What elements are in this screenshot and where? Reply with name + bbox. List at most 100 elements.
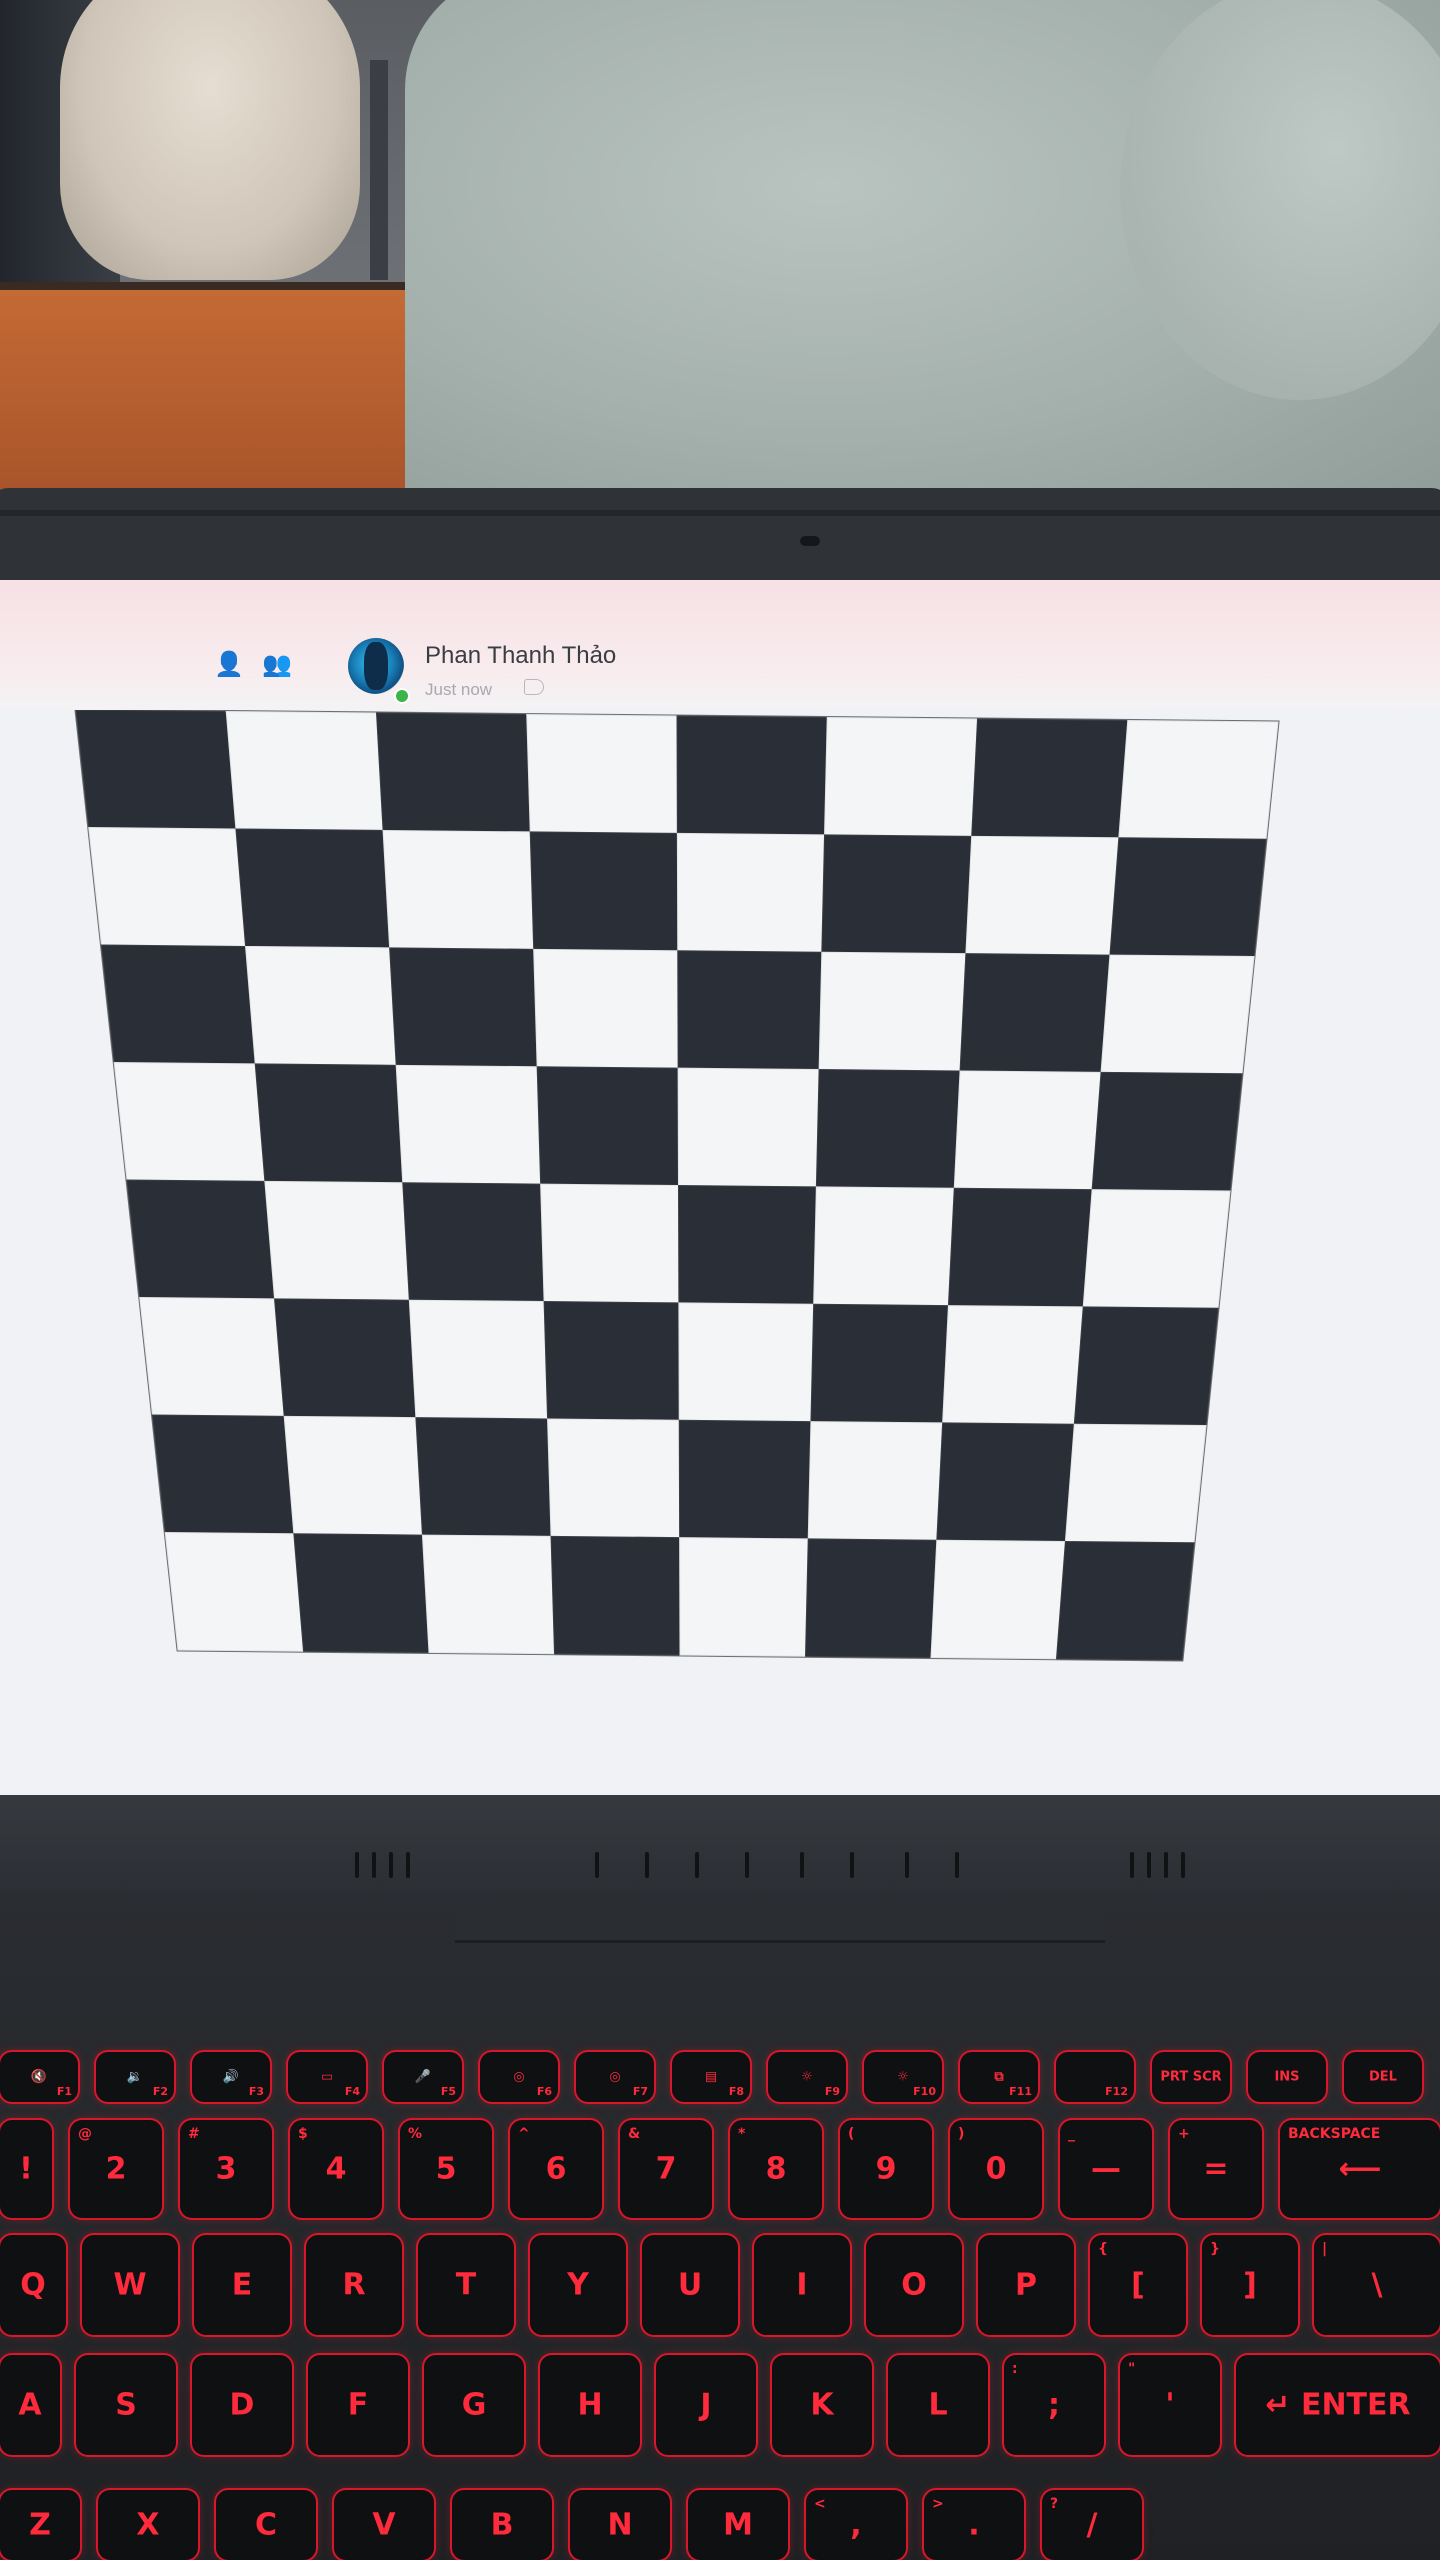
key-function-10[interactable]: ⧉ F11 [960, 2052, 1038, 2102]
light-square [953, 1070, 1102, 1191]
add-person-icon[interactable]: 👤 [214, 650, 244, 678]
key-sublabel: % [408, 2126, 423, 2142]
shared-image[interactable] [70, 710, 1290, 1750]
key-label: S [115, 2387, 137, 2423]
key-home-0[interactable]: A [0, 2355, 60, 2455]
key-function-11[interactable]: F12 [1056, 2052, 1134, 2102]
light-square [1100, 954, 1255, 1075]
key-bottom-5[interactable]: N [570, 2490, 670, 2560]
key-bottom-4[interactable]: B [452, 2490, 552, 2560]
key-qwerty-7[interactable]: I [754, 2235, 850, 2335]
speaker-vent [1147, 1852, 1151, 1878]
key-label: 0 [985, 2151, 1007, 2187]
key-number-3[interactable]: 4 $ [290, 2120, 382, 2218]
key-function-9[interactable]: ☼ F10 [864, 2052, 942, 2102]
key-qwerty-8[interactable]: O [866, 2235, 962, 2335]
key-label: M [723, 2507, 753, 2543]
key-sublabel: & [628, 2126, 641, 2142]
key-bottom-8[interactable]: . > [924, 2490, 1024, 2560]
key-bottom-6[interactable]: M [688, 2490, 788, 2560]
speaker-vent [355, 1852, 359, 1878]
key-home-4[interactable]: G [424, 2355, 524, 2455]
light-square [395, 1064, 542, 1185]
key-qwerty-2[interactable]: E [194, 2235, 290, 2335]
laptop-deck [0, 1895, 1440, 2560]
light-square [930, 1539, 1066, 1660]
key-number-7[interactable]: 8 * [730, 2120, 822, 2218]
key-label: O [901, 2267, 927, 2303]
key-home-9[interactable]: ;: [1004, 2355, 1104, 2455]
tag-icon[interactable] [524, 679, 544, 695]
key-number-10[interactable]: — _ [1060, 2120, 1152, 2218]
key-number-0[interactable]: ! [0, 2120, 52, 2218]
key-qwerty-5[interactable]: Y [530, 2235, 626, 2335]
key-home-8[interactable]: L [888, 2355, 988, 2455]
key-number-9[interactable]: 0) [950, 2120, 1042, 2218]
key-function-4[interactable]: 🎤 F5 [384, 2052, 462, 2102]
key-sublabel: F9 [824, 2085, 840, 2098]
key-home-10[interactable]: ' " [1120, 2355, 1220, 2455]
key-bottom-7[interactable]: , < [806, 2490, 906, 2560]
key-home-3[interactable]: F [308, 2355, 408, 2455]
key-number-5[interactable]: 6 ^ [510, 2120, 602, 2218]
group-icon[interactable]: 👥 [262, 650, 292, 678]
key-number-12[interactable]: ⟵ BACKSPACE [1280, 2120, 1440, 2218]
key-qwerty-4[interactable]: T [418, 2235, 514, 2335]
light-square [540, 1183, 680, 1304]
key-function-3[interactable]: ▭ F4 [288, 2052, 366, 2102]
key-qwerty-6[interactable]: U [642, 2235, 738, 2335]
key-function-1[interactable]: 🔉 F2 [96, 2052, 174, 2102]
key-bottom-9[interactable]: /? [1042, 2490, 1142, 2560]
light-square [283, 1415, 423, 1536]
key-function-7[interactable]: ▤ F8 [672, 2052, 750, 2102]
key-number-4[interactable]: 5% [400, 2120, 492, 2218]
speaker-vent [1181, 1852, 1185, 1878]
key-home-2[interactable]: D [192, 2355, 292, 2455]
key-home-7[interactable]: K [772, 2355, 872, 2455]
key-qwerty-10[interactable]: [{ [1090, 2235, 1186, 2335]
key-qwerty-3[interactable]: R [306, 2235, 402, 2335]
key-function-13[interactable]: INS [1248, 2052, 1326, 2102]
key-sublabel: F10 [913, 2085, 936, 2098]
light-square [807, 1421, 944, 1541]
key-sublabel: < [814, 2496, 826, 2512]
key-bottom-0[interactable]: Z [0, 2490, 80, 2560]
key-function-5[interactable]: ◎ F6 [480, 2052, 558, 2102]
key-label: ↵ ENTER [1265, 2387, 1411, 2423]
key-function-6[interactable]: ◎ F7 [576, 2052, 654, 2102]
key-function-0[interactable]: 🔇 F1 [0, 2052, 78, 2102]
key-qwerty-12[interactable]: \ | [1314, 2235, 1440, 2335]
dark-square [543, 1301, 680, 1421]
key-bottom-1[interactable]: X [98, 2490, 198, 2560]
dark-square [971, 718, 1129, 839]
key-sublabel: | [1322, 2241, 1328, 2257]
key-number-2[interactable]: 3 # [180, 2120, 272, 2218]
key-bottom-2[interactable]: C [216, 2490, 316, 2560]
key-label: K [810, 2387, 834, 2423]
key-bottom-3[interactable]: V [334, 2490, 434, 2560]
key-function-2[interactable]: 🔊 F3 [192, 2052, 270, 2102]
key-function-12[interactable]: PRT SCR [1152, 2052, 1230, 2102]
light-square [676, 832, 826, 953]
key-qwerty-1[interactable]: W [82, 2235, 178, 2335]
key-number-11[interactable]: = + [1170, 2120, 1262, 2218]
key-home-5[interactable]: H [540, 2355, 640, 2455]
key-label: / [1086, 2507, 1098, 2543]
light-square [245, 945, 397, 1066]
sender-name[interactable]: Phan Thanh Thảo [425, 642, 616, 670]
key-function-8[interactable]: ☼ F9 [768, 2052, 846, 2102]
key-label: ☼ [801, 2069, 813, 2085]
dark-square [677, 950, 823, 1071]
key-qwerty-0[interactable]: Q [0, 2235, 66, 2335]
key-home-6[interactable]: J [656, 2355, 756, 2455]
key-label: H [577, 2387, 603, 2423]
key-function-14[interactable]: DEL [1344, 2052, 1422, 2102]
key-number-8[interactable]: 9( [840, 2120, 932, 2218]
key-qwerty-9[interactable]: P [978, 2235, 1074, 2335]
key-label: X [136, 2507, 160, 2543]
key-qwerty-11[interactable]: ]} [1202, 2235, 1298, 2335]
key-number-1[interactable]: 2 @ [70, 2120, 162, 2218]
key-home-11[interactable]: ↵ ENTER [1236, 2355, 1440, 2455]
key-number-6[interactable]: 7 & [620, 2120, 712, 2218]
key-home-1[interactable]: S [76, 2355, 176, 2455]
